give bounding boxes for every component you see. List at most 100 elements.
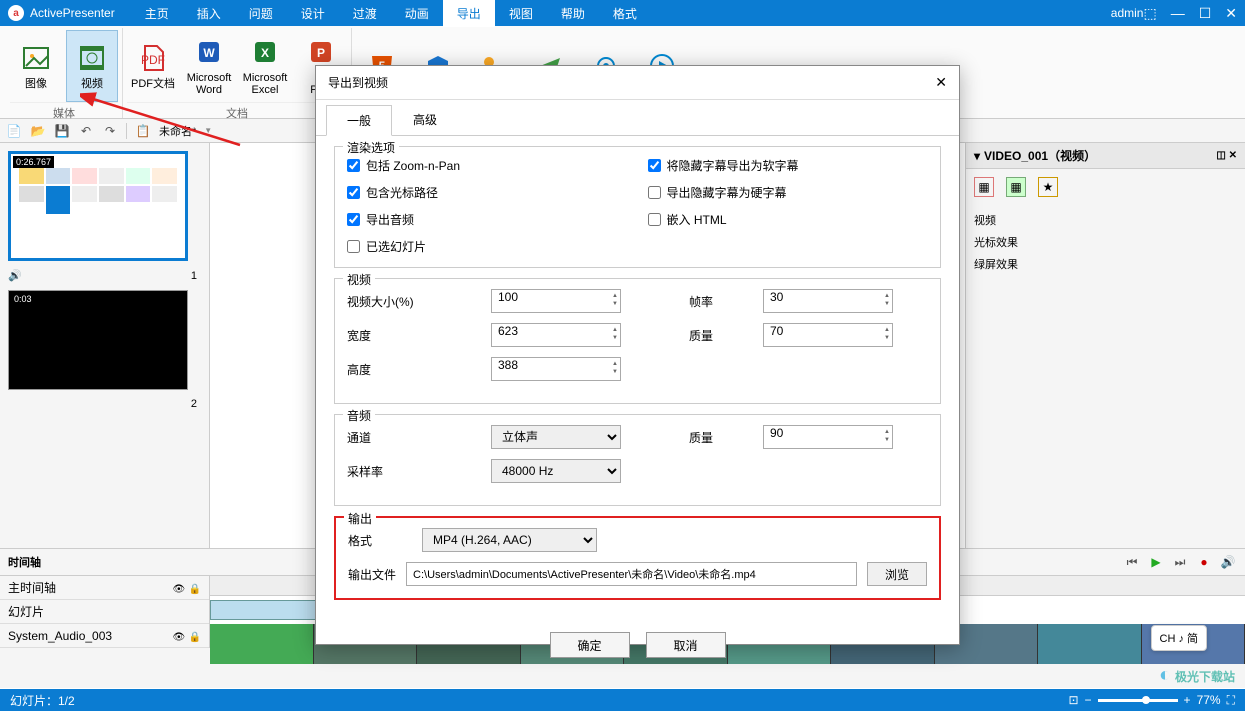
export-word-button[interactable]: W Microsoft Word xyxy=(183,30,235,102)
tl-next-icon[interactable]: ⏭ xyxy=(1171,553,1189,571)
title-bar: a ActivePresenter 主页 插入 问题 设计 过渡 动画 导出 视… xyxy=(0,0,1245,26)
word-icon: W xyxy=(193,36,225,68)
image-icon xyxy=(20,42,52,74)
ok-button[interactable]: 确定 xyxy=(550,632,630,658)
properties-list: 视频 光标效果 绿屏效果 xyxy=(966,205,1245,279)
redo-icon[interactable]: ↷ xyxy=(102,123,118,139)
lock-icon[interactable] xyxy=(189,581,201,595)
video-group: 视频 视频大小(%) 100▲▼ 帧率 30▲▼ 宽度 623▲▼ 质量 70▲… xyxy=(334,278,941,404)
tool-2-icon[interactable]: ▦ xyxy=(1006,177,1026,197)
zoom-in-icon[interactable]: + xyxy=(1184,693,1191,707)
tab-question[interactable]: 问题 xyxy=(235,0,287,27)
collapse-ribbon-icon[interactable]: ⬚ xyxy=(1143,5,1156,22)
tool-1-icon[interactable]: ▦ xyxy=(974,177,994,197)
properties-tools: ▦ ▦ ★ xyxy=(966,169,1245,205)
tab-help[interactable]: 帮助 xyxy=(547,0,599,27)
slide-number: 2 xyxy=(8,398,201,410)
minimize-icon[interactable]: — xyxy=(1171,5,1185,21)
video-quality-input[interactable]: 70▲▼ xyxy=(763,323,893,347)
slide-thumb-2[interactable]: 0:03 xyxy=(8,290,188,390)
maximize-icon[interactable]: ☐ xyxy=(1199,5,1212,22)
tab-home[interactable]: 主页 xyxy=(131,0,183,27)
svg-text:W: W xyxy=(203,46,215,60)
prop-item[interactable]: 光标效果 xyxy=(974,231,1237,253)
slide-counter: 幻灯片：1/2 xyxy=(10,692,75,709)
ime-badge[interactable]: CH ♪ 简 xyxy=(1151,625,1208,651)
eye-icon[interactable] xyxy=(173,629,186,643)
output-file-input[interactable] xyxy=(406,562,857,586)
check-selected-slides[interactable]: 已选幻灯片 xyxy=(347,238,628,255)
check-zoom-pan[interactable]: 包括 Zoom-n-Pan xyxy=(347,157,628,174)
tab-animation[interactable]: 动画 xyxy=(391,0,443,27)
track-slide[interactable]: 幻灯片 xyxy=(0,600,209,624)
zoom-out-icon[interactable]: − xyxy=(1085,693,1092,707)
check-cursor[interactable]: 包含光标路径 xyxy=(347,184,628,201)
tab-export[interactable]: 导出 xyxy=(443,0,495,27)
dialog-tab-general[interactable]: 一般 xyxy=(326,105,392,136)
lock-icon[interactable] xyxy=(189,629,201,643)
track-audio[interactable]: System_Audio_003 xyxy=(0,624,209,648)
properties-header: ▾ VIDEO_001（视频） ◫ ✕ xyxy=(966,143,1245,169)
fit-icon[interactable]: ⊡ xyxy=(1068,693,1078,707)
track-main[interactable]: 主时间轴 xyxy=(0,576,209,600)
zoom-control[interactable]: ⊡ − + 77% ⛶ xyxy=(1068,693,1235,708)
fps-input[interactable]: 30▲▼ xyxy=(763,289,893,313)
tl-vol-icon[interactable]: 🔊 xyxy=(1219,553,1237,571)
dialog-tab-advanced[interactable]: 高级 xyxy=(392,104,458,135)
tab-design[interactable]: 设计 xyxy=(287,0,339,27)
save-icon[interactable]: 💾 xyxy=(54,123,70,139)
check-embed-html[interactable]: 嵌入 HTML xyxy=(648,211,929,228)
cancel-button[interactable]: 取消 xyxy=(646,632,726,658)
tl-record-icon[interactable]: ● xyxy=(1195,553,1213,571)
audio-icon: 🔊 xyxy=(8,269,22,282)
close-icon[interactable]: ✕ xyxy=(1225,5,1237,22)
open-icon[interactable]: 📂 xyxy=(30,123,46,139)
svg-text:P: P xyxy=(317,46,325,60)
slide-thumb-1[interactable]: 0:26.767 xyxy=(8,151,188,261)
tl-play-icon[interactable]: ▶ xyxy=(1147,553,1165,571)
check-audio[interactable]: 导出音频 xyxy=(347,211,628,228)
undo-icon[interactable]: ↶ xyxy=(78,123,94,139)
tab-transition[interactable]: 过渡 xyxy=(339,0,391,27)
slide-panel: 0:26.767 🔊 1 0:03 2 xyxy=(0,143,210,548)
new-icon[interactable]: 📄 xyxy=(6,123,22,139)
sample-rate-select[interactable]: 48000 Hz xyxy=(491,459,621,483)
eye-icon[interactable] xyxy=(173,581,186,595)
width-input[interactable]: 623▲▼ xyxy=(491,323,621,347)
timeline-clip[interactable] xyxy=(210,600,330,620)
ribbon-group-label: 媒体 xyxy=(10,102,118,123)
excel-icon: X xyxy=(249,36,281,68)
prop-item[interactable]: 绿屏效果 xyxy=(974,253,1237,275)
output-group: 输出 格式 MP4 (H.264, AAC) 输出文件 浏览 xyxy=(334,516,941,600)
export-pdf-button[interactable]: PDF PDF文档 xyxy=(127,30,179,102)
ribbon-group-label: 文档 xyxy=(127,102,347,123)
user-label[interactable]: admin xyxy=(1111,6,1144,20)
document-title: 未命名* xyxy=(159,123,196,139)
check-soft-cc[interactable]: 将隐藏字幕导出为软字幕 xyxy=(648,157,929,174)
browse-button[interactable]: 浏览 xyxy=(867,562,927,586)
zoom-value: 77% xyxy=(1197,693,1221,707)
export-video-button[interactable]: 视频 xyxy=(66,30,118,102)
properties-panel: ▾ VIDEO_001（视频） ◫ ✕ ▦ ▦ ★ 视频 光标效果 绿屏效果 xyxy=(965,143,1245,548)
tool-3-icon[interactable]: ★ xyxy=(1038,177,1058,197)
export-excel-button[interactable]: X Microsoft Excel xyxy=(239,30,291,102)
dialog-close-icon[interactable]: ✕ xyxy=(935,74,947,91)
channel-select[interactable]: 立体声 xyxy=(491,425,621,449)
fullscreen-icon[interactable]: ⛶ xyxy=(1227,693,1235,708)
format-select[interactable]: MP4 (H.264, AAC) xyxy=(422,528,597,552)
video-size-input[interactable]: 100▲▼ xyxy=(491,289,621,313)
prop-item[interactable]: 视频 xyxy=(974,209,1237,231)
menu-tabs: 主页 插入 问题 设计 过渡 动画 导出 视图 帮助 格式 xyxy=(131,0,651,27)
tab-view[interactable]: 视图 xyxy=(495,0,547,27)
tab-format[interactable]: 格式 xyxy=(599,0,651,27)
check-hard-cc[interactable]: 导出隐藏字幕为硬字幕 xyxy=(648,184,929,201)
export-image-button[interactable]: 图像 xyxy=(10,30,62,102)
tl-prev-icon[interactable]: ⏮ xyxy=(1123,553,1141,571)
render-options-group: 渲染选项 包括 Zoom-n-Pan 将隐藏字幕导出为软字幕 包含光标路径 导出… xyxy=(334,146,941,268)
ppt-icon: P xyxy=(305,36,337,68)
tab-insert[interactable]: 插入 xyxy=(183,0,235,27)
height-input[interactable]: 388▲▼ xyxy=(491,357,621,381)
audio-quality-input[interactable]: 90▲▼ xyxy=(763,425,893,449)
svg-text:X: X xyxy=(261,46,269,60)
app-logo: a xyxy=(8,5,24,21)
